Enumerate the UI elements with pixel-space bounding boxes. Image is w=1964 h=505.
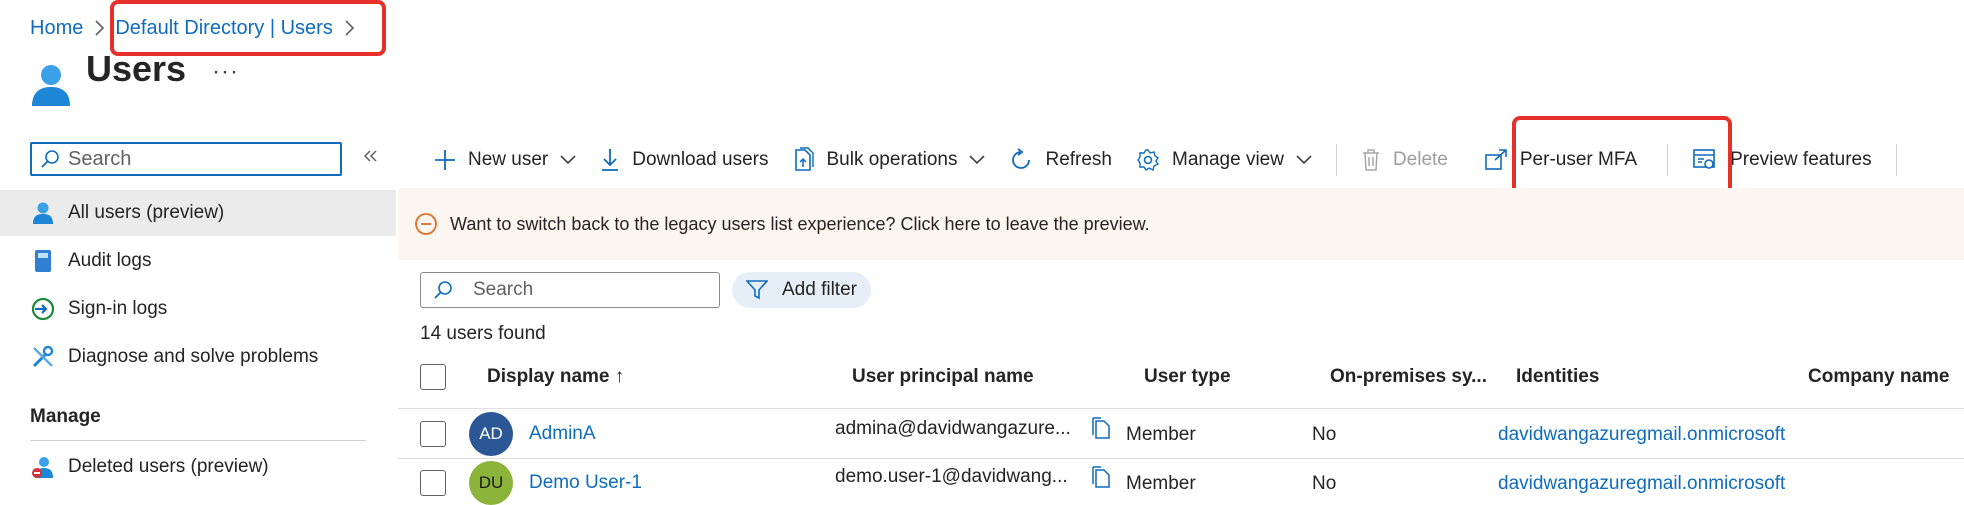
minus-circle-icon: [414, 212, 438, 236]
sidebar-item-sign-in-logs[interactable]: Sign-in logs: [0, 286, 396, 332]
nav-search-input[interactable]: [66, 146, 320, 172]
bulk-operations-icon: [793, 147, 815, 173]
delete-label: Delete: [1392, 149, 1448, 170]
sidebar-item-audit-logs[interactable]: Audit logs: [0, 238, 396, 284]
sidebar-item-label: All users (preview): [68, 202, 225, 223]
refresh-label: Refresh: [1045, 149, 1112, 170]
leave-preview-link[interactable]: Want to switch back to the legacy users …: [450, 214, 1150, 235]
preview-features-label: Preview features: [1730, 149, 1872, 170]
select-all-checkbox[interactable]: [420, 364, 446, 390]
chevron-down-icon: [969, 155, 986, 165]
sidebar-item-label: Diagnose and solve problems: [68, 346, 319, 367]
collapse-nav-icon[interactable]: [362, 148, 378, 169]
breadcrumb-home-link[interactable]: Home: [30, 17, 83, 40]
deleted-user-icon: [28, 455, 58, 479]
new-user-label: New user: [468, 149, 549, 170]
chevron-down-icon: [560, 155, 576, 165]
delete-button[interactable]: Delete: [1361, 148, 1448, 172]
refresh-button[interactable]: Refresh: [1009, 148, 1112, 172]
avatar: AD: [469, 412, 513, 456]
column-header-company-name[interactable]: Company name: [1808, 366, 1949, 388]
column-header-user-principal-name[interactable]: User principal name: [852, 366, 1034, 388]
more-options-button[interactable]: ···: [212, 58, 239, 86]
filter-icon: [746, 280, 768, 300]
chevron-down-icon: [1296, 155, 1312, 165]
sidebar-item-label: Sign-in logs: [68, 298, 168, 319]
column-header-identities[interactable]: Identities: [1516, 366, 1599, 388]
search-icon: [433, 280, 453, 300]
chevron-right-icon: [93, 19, 105, 37]
user-type: Member: [1126, 424, 1196, 445]
download-users-button[interactable]: Download users: [600, 148, 769, 172]
chevron-right-icon: [343, 19, 355, 37]
download-icon: [600, 148, 620, 172]
manage-view-label: Manage view: [1172, 149, 1284, 170]
page-title: Users: [86, 48, 187, 89]
user-search-box[interactable]: [420, 272, 720, 308]
copy-icon[interactable]: [1090, 465, 1112, 494]
preview-features-icon: [1692, 148, 1718, 172]
search-icon: [40, 149, 60, 169]
column-header-user-type[interactable]: User type: [1144, 366, 1231, 388]
sidebar-item-deleted-users[interactable]: Deleted users (preview): [0, 444, 396, 490]
book-icon: [28, 249, 58, 273]
gear-icon: [1136, 148, 1160, 172]
column-header-on-premises-sync[interactable]: On-premises sy...: [1330, 366, 1487, 388]
sidebar-item-diagnose[interactable]: Diagnose and solve problems: [0, 334, 396, 380]
sign-in-icon: [28, 297, 58, 321]
on-premises-sync: No: [1312, 473, 1337, 494]
nav-search-box[interactable]: [30, 142, 342, 176]
row-checkbox[interactable]: [420, 470, 446, 496]
row-divider: [398, 458, 1964, 459]
bulk-operations-label: Bulk operations: [826, 149, 958, 170]
nav-section-header-manage: Manage: [30, 406, 101, 427]
avatar: DU: [469, 461, 513, 505]
external-link-icon: [1484, 149, 1508, 171]
plus-icon: [434, 149, 456, 171]
sidebar-item-label: Audit logs: [68, 250, 152, 271]
copy-icon[interactable]: [1090, 416, 1112, 445]
identity-link[interactable]: davidwangazuregmail.onmicrosoft: [1498, 424, 1788, 446]
legacy-experience-banner: Want to switch back to the legacy users …: [398, 188, 1964, 260]
refresh-icon: [1009, 148, 1033, 172]
sidebar-item-all-users[interactable]: All users (preview): [0, 190, 396, 236]
user-type: Member: [1126, 473, 1196, 494]
user-principal-name: demo.user-1@davidwang...: [835, 466, 1068, 487]
trash-icon: [1361, 148, 1381, 172]
command-toolbar: New user Download users Bulk operations …: [434, 140, 1921, 180]
toolbar-separator: [1895, 144, 1897, 176]
user-display-name-link[interactable]: Demo User-1: [529, 472, 642, 494]
per-user-mfa-button[interactable]: Per-user MFA: [1484, 149, 1637, 171]
identity-link[interactable]: davidwangazuregmail.onmicrosoft: [1498, 473, 1788, 495]
breadcrumb-directory-link[interactable]: Default Directory | Users: [115, 17, 332, 39]
per-user-mfa-label: Per-user MFA: [1519, 149, 1638, 170]
toolbar-separator: [1335, 144, 1337, 176]
user-principal-name: admina@davidwangazure...: [835, 418, 1071, 439]
toolbar-separator: [1667, 144, 1669, 176]
user-icon: [28, 201, 58, 225]
manage-view-button[interactable]: Manage view: [1136, 148, 1312, 172]
wrench-icon: [28, 345, 58, 369]
users-count-text: 14 users found: [420, 323, 546, 344]
download-users-label: Download users: [632, 149, 769, 170]
column-header-display-name[interactable]: Display name ↑: [487, 366, 624, 388]
nav-divider: [30, 440, 366, 441]
add-filter-label: Add filter: [782, 279, 857, 300]
sidebar-item-label: Deleted users (preview): [68, 456, 269, 477]
user-display-name-link[interactable]: AdminA: [529, 423, 596, 445]
bulk-operations-button[interactable]: Bulk operations: [793, 147, 986, 173]
table-header-divider: [398, 408, 1964, 409]
add-filter-button[interactable]: Add filter: [732, 272, 871, 308]
users-icon: [30, 62, 72, 113]
preview-features-button[interactable]: Preview features: [1692, 148, 1872, 172]
user-search-input[interactable]: [471, 278, 695, 302]
breadcrumb: Home Default Directory | Users: [30, 10, 365, 46]
row-checkbox[interactable]: [420, 421, 446, 447]
on-premises-sync: No: [1312, 424, 1337, 445]
new-user-button[interactable]: New user: [434, 149, 576, 171]
